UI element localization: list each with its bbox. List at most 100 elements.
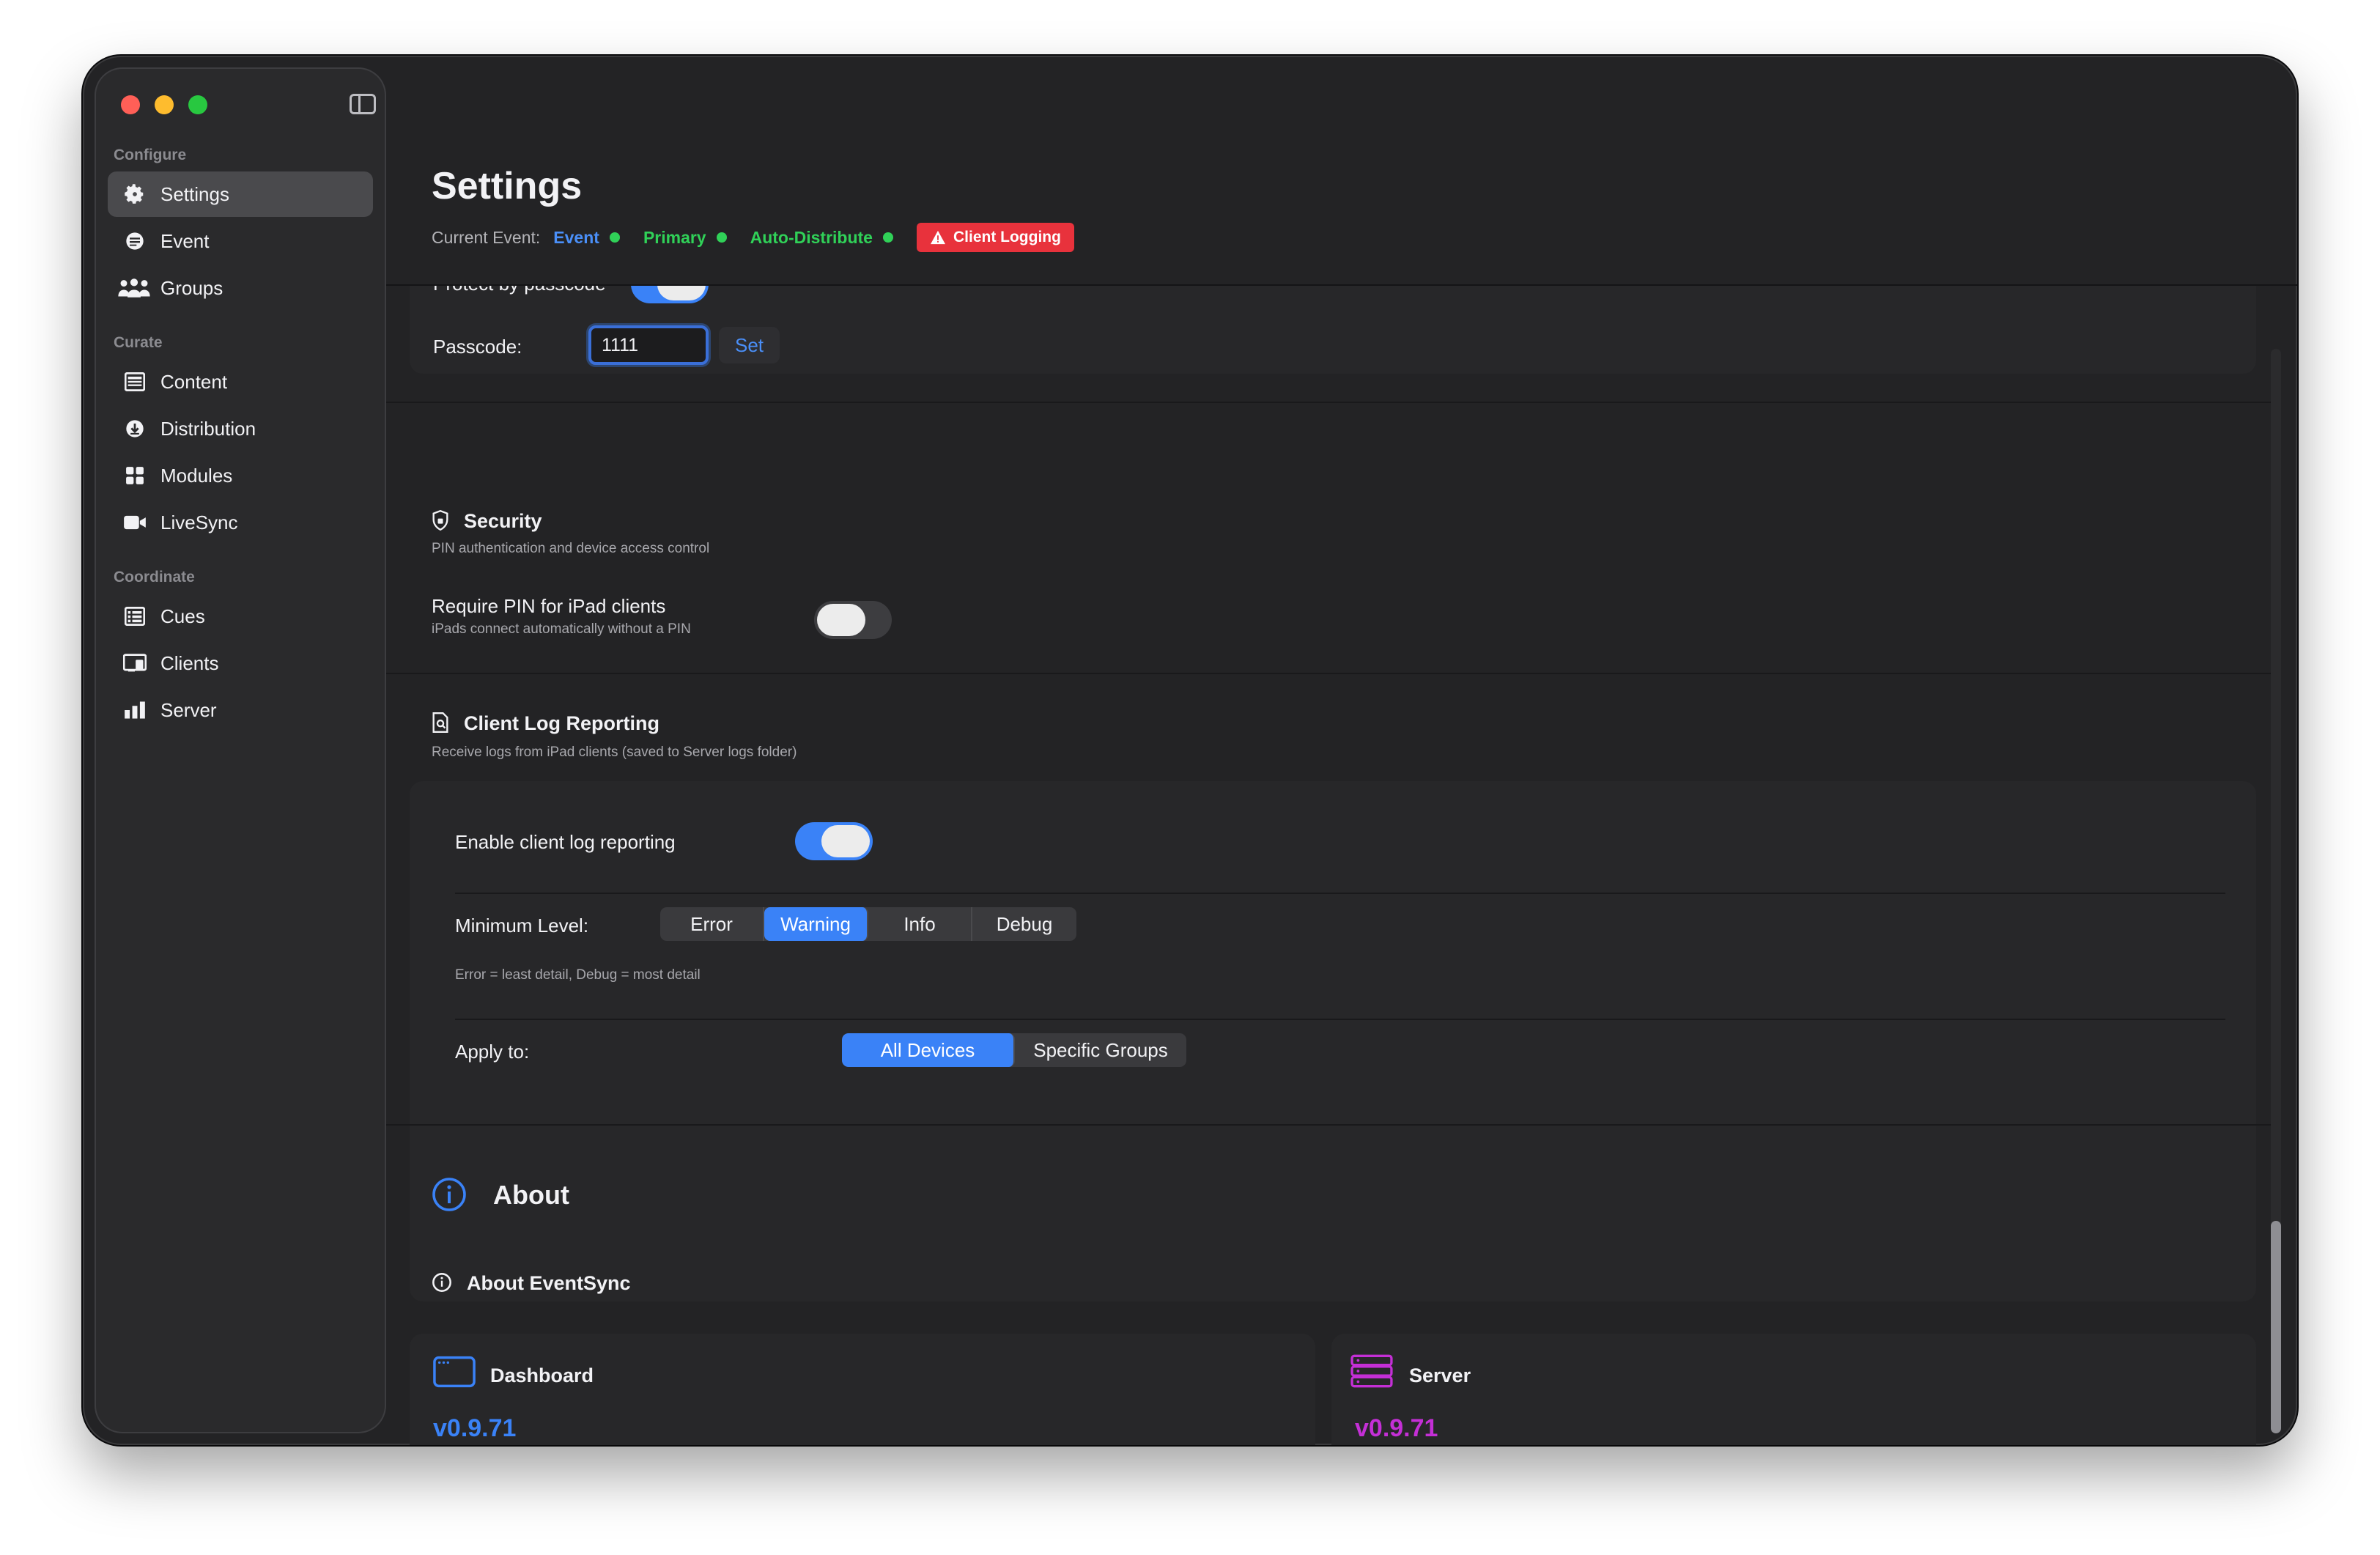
dashboard-version-card: Dashboard v0.9.71 [410, 1334, 1315, 1445]
sidebar-item-label: Cues [160, 605, 205, 627]
sidebar-section-curate: Curate [114, 334, 163, 351]
security-title: Security [464, 510, 542, 532]
event-name: Event [553, 227, 599, 247]
sidebar-item-cues[interactable]: Cues [108, 594, 373, 639]
level-warning-option[interactable]: Warning [764, 907, 868, 941]
primary-label: Primary [643, 227, 706, 247]
main-content: Settings Current Event: Event Primary Au… [386, 56, 2297, 1445]
warning-icon [930, 230, 945, 245]
scrollbar-thumb[interactable] [2271, 1221, 2281, 1433]
gear-icon [122, 182, 147, 207]
all-devices-option[interactable]: All Devices [842, 1033, 1015, 1067]
sidebar-item-content[interactable]: Content [108, 359, 373, 405]
minimize-window-button[interactable] [155, 95, 174, 114]
bar-chart-icon [122, 698, 147, 723]
sidebar-item-settings[interactable]: Settings [108, 171, 373, 217]
sidebar-item-label: LiveSync [160, 511, 238, 533]
require-pin-help: iPads connect automatically without a PI… [432, 621, 691, 637]
section-divider [386, 1124, 2272, 1126]
client-log-description: Receive logs from iPad clients (saved to… [432, 745, 797, 760]
sidebar-item-label: Modules [160, 464, 233, 487]
auto-distribute-status: Auto-Distribute [750, 228, 893, 248]
sidebar-item-modules[interactable]: Modules [108, 453, 373, 498]
passcode-card: Protect by passcode Passcode: Set [410, 286, 2256, 374]
level-help-text: Error = least detail, Debug = most detai… [455, 967, 701, 983]
enable-client-log-label: Enable client log reporting [455, 831, 676, 853]
sidebar-item-label: Content [160, 370, 228, 393]
specific-groups-option[interactable]: Specific Groups [1015, 1033, 1186, 1067]
sidebar-item-label: Server [160, 698, 217, 721]
sidebar-item-groups[interactable]: Groups [108, 265, 373, 311]
sidebar-section-configure: Configure [114, 147, 187, 163]
protect-passcode-toggle[interactable] [631, 286, 709, 303]
require-pin-label: Require PIN for iPad clients [432, 595, 666, 617]
level-debug-option[interactable]: Debug [972, 907, 1076, 941]
content-icon [122, 369, 147, 394]
event-link[interactable]: Event [553, 228, 620, 248]
enable-client-log-toggle[interactable] [795, 822, 873, 860]
video-icon [122, 510, 147, 535]
dashboard-label: Dashboard [490, 1364, 594, 1386]
section-divider [386, 402, 2272, 403]
list-icon [122, 604, 147, 629]
settings-scroll-area[interactable]: Protect by passcode Passcode: Set Securi… [386, 286, 2297, 1445]
zoom-window-button[interactable] [188, 95, 207, 114]
shield-icon [432, 509, 449, 534]
sidebar-item-clients[interactable]: Clients [108, 640, 373, 686]
set-passcode-button[interactable]: Set [719, 327, 780, 363]
sidebar: Configure Settings Event Groups Curate C [95, 67, 386, 1433]
primary-status-dot [716, 232, 727, 243]
grid-icon [122, 463, 147, 488]
sidebar-item-event[interactable]: Event [108, 218, 373, 264]
sidebar-item-label: Clients [160, 651, 219, 674]
clients-icon [122, 651, 147, 676]
app-window: Configure Settings Event Groups Curate C [83, 56, 2297, 1445]
sidebar-item-label: Settings [160, 182, 229, 205]
sidebar-toggle-icon[interactable] [350, 94, 376, 114]
section-divider [386, 673, 2272, 674]
sidebar-item-label: Event [160, 229, 210, 252]
server-rack-icon [1350, 1354, 1393, 1392]
auto-distribute-label: Auto-Distribute [750, 227, 873, 247]
info-icon [432, 1272, 452, 1296]
calendar-icon [122, 229, 147, 254]
people-icon [117, 276, 152, 300]
info-circle-icon [432, 1177, 467, 1216]
sidebar-item-distribution[interactable]: Distribution [108, 406, 373, 451]
server-label: Server [1409, 1364, 1471, 1386]
level-error-option[interactable]: Error [660, 907, 764, 941]
passcode-label: Passcode: [433, 336, 522, 358]
security-description: PIN authentication and device access con… [432, 541, 710, 556]
about-subtitle: About EventSync [467, 1272, 631, 1294]
sidebar-section-coordinate: Coordinate [114, 569, 195, 586]
client-log-title: Client Log Reporting [464, 712, 659, 734]
client-log-card: Enable client log reporting Minimum Leve… [410, 781, 2256, 1301]
apply-to-picker: All Devices Specific Groups [842, 1033, 1186, 1067]
about-title: About [493, 1180, 569, 1210]
window-icon [433, 1356, 476, 1392]
sidebar-item-label: Groups [160, 276, 223, 299]
row-divider [455, 893, 2225, 894]
server-version-card: Server v0.9.71 [1331, 1334, 2256, 1445]
sidebar-item-livesync[interactable]: LiveSync [108, 500, 373, 545]
auto-distribute-status-dot [882, 232, 893, 243]
close-window-button[interactable] [121, 95, 140, 114]
current-event-label: Current Event: [432, 227, 541, 247]
level-info-option[interactable]: Info [868, 907, 972, 941]
client-logging-badge: Client Logging [916, 223, 1074, 252]
sidebar-item-server[interactable]: Server [108, 687, 373, 733]
minimum-level-label: Minimum Level: [455, 915, 589, 937]
current-event-bar: Current Event: Event Primary Auto-Distri… [432, 223, 1074, 252]
client-logging-label: Client Logging [953, 229, 1061, 245]
apply-to-label: Apply to: [455, 1041, 530, 1063]
server-version: v0.9.71 [1355, 1414, 1438, 1442]
page-title: Settings [432, 165, 583, 207]
primary-status: Primary [643, 228, 727, 248]
passcode-input[interactable] [588, 325, 709, 365]
download-icon [122, 416, 147, 441]
minimum-level-picker: Error Warning Info Debug [660, 907, 1076, 941]
document-search-icon [432, 712, 449, 736]
dashboard-version: v0.9.71 [433, 1414, 517, 1442]
event-status-dot [609, 232, 620, 243]
require-pin-toggle[interactable] [814, 601, 892, 639]
